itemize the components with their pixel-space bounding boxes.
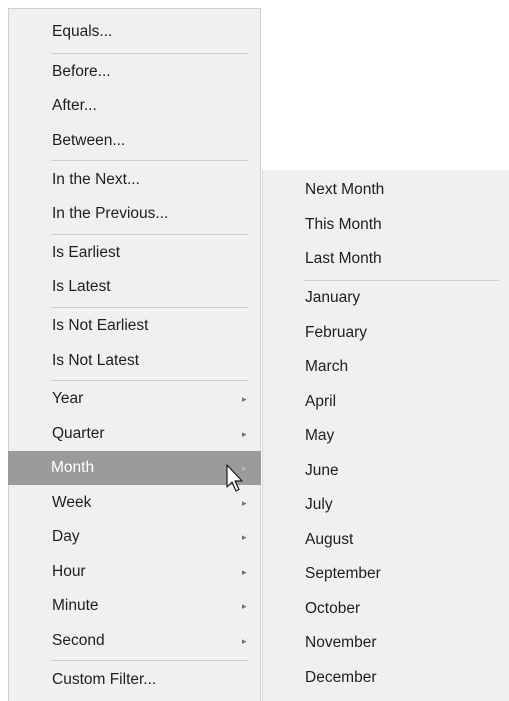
menu-item-month[interactable]: Month ▸ xyxy=(8,451,261,485)
menu-item-day[interactable]: Day ▸ xyxy=(9,520,260,554)
menu-item-label: Year xyxy=(52,390,84,407)
menu-item-label: Month xyxy=(51,459,95,476)
submenu-item-september[interactable]: September xyxy=(263,557,509,591)
menu-item-label: Second xyxy=(52,632,105,649)
submenu-item-may[interactable]: May xyxy=(263,419,509,453)
menu-item-label: April xyxy=(305,393,337,410)
menu-item-label: Equals... xyxy=(52,23,113,40)
menu-item-before[interactable]: Before... xyxy=(9,55,260,89)
menu-item-label: Custom Filter... xyxy=(52,671,157,688)
date-filter-menu: Equals... Before... After... Between... … xyxy=(8,8,261,701)
menu-item-in-the-next[interactable]: In the Next... xyxy=(9,163,260,197)
submenu-item-november[interactable]: November xyxy=(263,626,509,660)
month-submenu: Next Month This Month Last Month January… xyxy=(262,170,509,701)
chevron-right-icon: ▸ xyxy=(242,498,247,508)
submenu-item-march[interactable]: March xyxy=(263,350,509,384)
submenu-item-july[interactable]: July xyxy=(263,488,509,522)
menu-item-label: Hour xyxy=(52,563,86,580)
menu-item-label: This Month xyxy=(305,216,382,233)
submenu-item-last-month[interactable]: Last Month xyxy=(263,242,509,276)
menu-item-label: October xyxy=(305,600,361,617)
menu-item-label: Before... xyxy=(52,63,111,80)
menu-separator xyxy=(51,660,248,661)
menu-item-label: In the Previous... xyxy=(52,205,169,222)
menu-item-label: July xyxy=(305,496,333,513)
menu-item-second[interactable]: Second ▸ xyxy=(9,624,260,658)
submenu-item-this-month[interactable]: This Month xyxy=(263,208,509,242)
menu-item-minute[interactable]: Minute ▸ xyxy=(9,589,260,623)
menu-item-label: Next Month xyxy=(305,181,385,198)
menu-item-label: June xyxy=(305,462,339,479)
menu-item-year[interactable]: Year ▸ xyxy=(9,382,260,416)
menu-item-label: Is Earliest xyxy=(52,244,121,261)
menu-separator xyxy=(51,160,248,161)
menu-item-hour[interactable]: Hour ▸ xyxy=(9,555,260,589)
menu-item-is-not-latest[interactable]: Is Not Latest xyxy=(9,344,260,378)
submenu-item-august[interactable]: August xyxy=(263,523,509,557)
menu-item-label: August xyxy=(305,531,354,548)
submenu-item-december[interactable]: December xyxy=(263,661,509,695)
chevron-right-icon: ▸ xyxy=(242,567,247,577)
chevron-right-icon: ▸ xyxy=(242,463,247,473)
chevron-right-icon: ▸ xyxy=(242,601,247,611)
menu-item-custom-filter[interactable]: Custom Filter... xyxy=(9,663,260,697)
menu-item-between[interactable]: Between... xyxy=(9,124,260,158)
menu-item-label: Is Not Latest xyxy=(52,352,140,369)
menu-item-label: February xyxy=(305,324,368,341)
menu-item-label: Minute xyxy=(52,597,99,614)
submenu-item-next-month[interactable]: Next Month xyxy=(263,173,509,207)
submenu-item-january[interactable]: January xyxy=(263,281,509,315)
menu-separator xyxy=(51,234,248,235)
menu-item-is-earliest[interactable]: Is Earliest xyxy=(9,236,260,270)
menu-item-label: Quarter xyxy=(52,425,105,442)
chevron-right-icon: ▸ xyxy=(242,532,247,542)
menu-item-label: Day xyxy=(52,528,80,545)
menu-item-label: September xyxy=(305,565,381,582)
menu-item-label: Is Latest xyxy=(52,278,111,295)
menu-item-label: Between... xyxy=(52,132,126,149)
menu-item-label: May xyxy=(305,427,335,444)
menu-separator xyxy=(51,53,248,54)
menu-item-label: Is Not Earliest xyxy=(52,317,149,334)
submenu-item-june[interactable]: June xyxy=(263,454,509,488)
menu-separator xyxy=(51,307,248,308)
menu-item-label: November xyxy=(305,634,377,651)
menu-item-in-the-previous[interactable]: In the Previous... xyxy=(9,197,260,231)
submenu-item-april[interactable]: April xyxy=(263,385,509,419)
chevron-right-icon: ▸ xyxy=(242,636,247,646)
menu-item-label: In the Next... xyxy=(52,171,140,188)
chevron-right-icon: ▸ xyxy=(242,394,247,404)
menu-item-after[interactable]: After... xyxy=(9,89,260,123)
menu-item-label: December xyxy=(305,669,377,686)
chevron-right-icon: ▸ xyxy=(242,429,247,439)
menu-item-equals[interactable]: Equals... xyxy=(9,15,260,49)
menu-item-label: Last Month xyxy=(305,250,382,267)
menu-item-quarter[interactable]: Quarter ▸ xyxy=(9,417,260,451)
submenu-item-october[interactable]: October xyxy=(263,592,509,626)
menu-separator xyxy=(51,380,248,381)
menu-item-label: January xyxy=(305,289,361,306)
menu-item-is-not-earliest[interactable]: Is Not Earliest xyxy=(9,309,260,343)
menu-item-label: Week xyxy=(52,494,92,511)
screen: Equals... Before... After... Between... … xyxy=(0,0,509,701)
menu-item-is-latest[interactable]: Is Latest xyxy=(9,270,260,304)
menu-item-label: March xyxy=(305,358,349,375)
submenu-item-february[interactable]: February xyxy=(263,316,509,350)
menu-item-week[interactable]: Week ▸ xyxy=(9,486,260,520)
menu-item-label: After... xyxy=(52,97,97,114)
